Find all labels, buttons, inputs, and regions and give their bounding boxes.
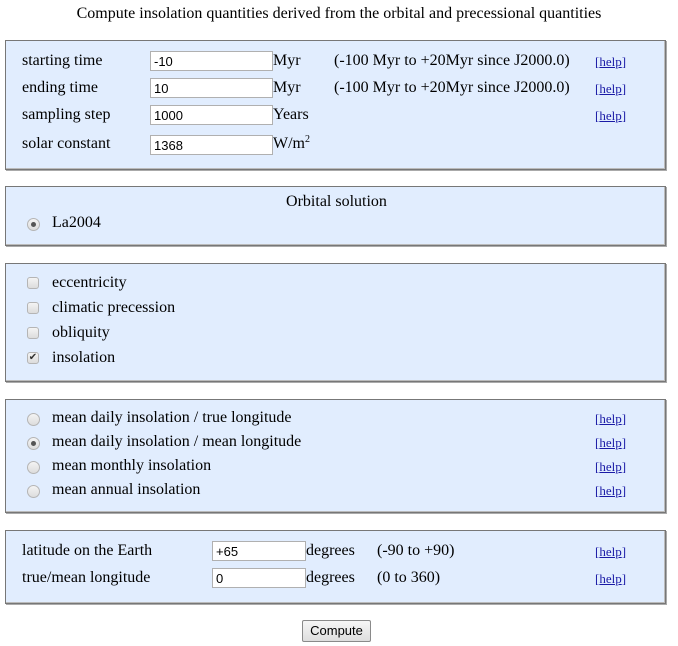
latitude-input[interactable] bbox=[212, 541, 306, 561]
latitude-unit: degrees bbox=[306, 542, 355, 559]
starting-time-input[interactable] bbox=[150, 51, 273, 71]
monthly-insolation-radio[interactable] bbox=[27, 461, 40, 474]
latitude-help-link[interactable]: [help] bbox=[595, 544, 626, 560]
quantities-panel: eccentricity climatic precession obliqui… bbox=[5, 263, 666, 382]
ending-time-input[interactable] bbox=[150, 78, 273, 98]
help-link-text[interactable]: help bbox=[599, 108, 621, 123]
longitude-input[interactable] bbox=[212, 568, 306, 588]
climatic-precession-label: climatic precession bbox=[52, 299, 176, 316]
starting-time-unit: Myr bbox=[273, 52, 301, 69]
help-link-text[interactable]: help bbox=[599, 411, 621, 426]
insolation-checkbox[interactable]: ✔ bbox=[27, 352, 39, 364]
eccentricity-label: eccentricity bbox=[52, 274, 127, 291]
sampling-step-help-link[interactable]: [help] bbox=[595, 108, 626, 124]
solar-constant-input[interactable] bbox=[150, 135, 273, 155]
sampling-step-input[interactable] bbox=[150, 105, 273, 125]
true-longitude-help-link[interactable]: [help] bbox=[595, 411, 626, 427]
help-link-text[interactable]: help bbox=[599, 459, 621, 474]
ending-time-help-link[interactable]: [help] bbox=[595, 81, 626, 97]
obliquity-label: obliquity bbox=[52, 324, 110, 341]
mean-longitude-label: mean daily insolation / mean longitude bbox=[52, 433, 302, 450]
ending-time-unit: Myr bbox=[273, 79, 301, 96]
compute-button[interactable]: Compute bbox=[302, 620, 371, 642]
sampling-step-label: sampling step bbox=[22, 106, 111, 123]
help-link-text[interactable]: help bbox=[599, 81, 621, 96]
obliquity-checkbox[interactable] bbox=[27, 327, 39, 339]
latitude-range: (-90 to +90) bbox=[377, 542, 455, 559]
annual-insolation-radio[interactable] bbox=[27, 485, 40, 498]
solar-constant-label: solar constant bbox=[22, 135, 111, 152]
ending-time-range: (-100 Myr to +20Myr since J2000.0) bbox=[334, 79, 570, 96]
solar-constant-unit: W/m2 bbox=[273, 134, 310, 153]
ending-time-label: ending time bbox=[22, 79, 98, 96]
mean-longitude-help-link[interactable]: [help] bbox=[595, 435, 626, 451]
starting-time-help-link[interactable]: [help] bbox=[595, 54, 626, 70]
climatic-precession-checkbox[interactable] bbox=[27, 302, 39, 314]
la2004-radio[interactable] bbox=[27, 218, 40, 231]
eccentricity-checkbox[interactable] bbox=[27, 277, 39, 289]
la2004-label: La2004 bbox=[52, 214, 101, 231]
insolation-label: insolation bbox=[52, 349, 116, 366]
help-link-text[interactable]: help bbox=[599, 544, 621, 559]
help-link-text[interactable]: help bbox=[599, 54, 621, 69]
mean-longitude-radio[interactable] bbox=[27, 437, 40, 450]
annual-insolation-label: mean annual insolation bbox=[52, 481, 201, 498]
starting-time-range: (-100 Myr to +20Myr since J2000.0) bbox=[334, 52, 570, 69]
true-longitude-label: mean daily insolation / true longitude bbox=[52, 409, 292, 426]
time-parameters-panel: starting time Myr (-100 Myr to +20Myr si… bbox=[5, 40, 666, 170]
checkmark-icon: ✔ bbox=[28, 352, 38, 363]
page-title: Compute insolation quantities derived fr… bbox=[76, 5, 602, 22]
true-longitude-radio[interactable] bbox=[27, 413, 40, 426]
orbital-solution-heading: Orbital solution bbox=[286, 193, 387, 210]
longitude-label: true/mean longitude bbox=[22, 569, 151, 586]
annual-insolation-help-link[interactable]: [help] bbox=[595, 483, 626, 499]
latitude-label: latitude on the Earth bbox=[22, 542, 153, 559]
longitude-unit: degrees bbox=[306, 569, 355, 586]
help-link-text[interactable]: help bbox=[599, 435, 621, 450]
location-panel: latitude on the Earth degrees (-90 to +9… bbox=[5, 530, 666, 604]
help-link-text[interactable]: help bbox=[599, 483, 621, 498]
starting-time-label: starting time bbox=[22, 52, 103, 69]
insolation-type-panel: mean daily insolation / true longitude [… bbox=[5, 399, 666, 513]
longitude-range: (0 to 360) bbox=[377, 569, 441, 586]
orbital-solution-panel: Orbital solution La2004 bbox=[5, 186, 666, 246]
monthly-insolation-label: mean monthly insolation bbox=[52, 457, 212, 474]
help-link-text[interactable]: help bbox=[599, 571, 621, 586]
monthly-insolation-help-link[interactable]: [help] bbox=[595, 459, 626, 475]
sampling-step-unit: Years bbox=[273, 106, 309, 123]
longitude-help-link[interactable]: [help] bbox=[595, 571, 626, 587]
